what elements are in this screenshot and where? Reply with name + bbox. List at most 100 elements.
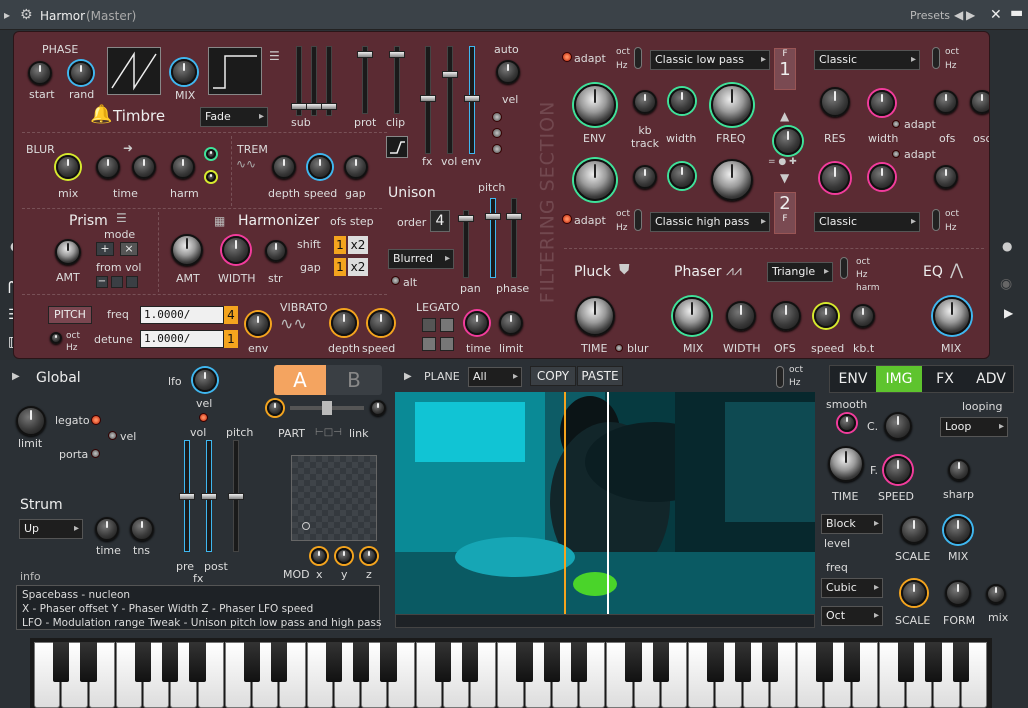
legato-mode-3[interactable] <box>422 337 436 351</box>
strum-time-knob[interactable] <box>95 517 119 541</box>
vel-mode-2[interactable] <box>492 128 502 138</box>
osc-knob[interactable] <box>970 90 989 114</box>
xy-pad[interactable] <box>291 455 377 541</box>
part-slider[interactable] <box>290 401 364 415</box>
part-b-button[interactable]: B <box>326 365 382 395</box>
black-key[interactable] <box>952 642 969 682</box>
prot-fader[interactable] <box>357 46 373 114</box>
legato-limit-knob[interactable] <box>499 311 523 335</box>
black-key[interactable] <box>652 642 670 682</box>
start-knob[interactable] <box>28 61 52 85</box>
cubic-dropdown[interactable]: Cubic <box>821 578 883 598</box>
next-preset-icon[interactable]: ▶ <box>966 9 975 21</box>
filter1-freq-knob[interactable] <box>711 84 753 126</box>
legato-led[interactable] <box>91 415 101 425</box>
blur-time-knob-1[interactable] <box>96 155 120 179</box>
piano-keys[interactable] <box>34 642 988 708</box>
env-fader[interactable] <box>464 46 480 154</box>
auto-knob[interactable] <box>496 60 520 84</box>
black-key[interactable] <box>434 642 452 682</box>
freq-end-field[interactable]: 4 <box>224 306 238 324</box>
black-key[interactable] <box>734 642 751 682</box>
blur-harm-mini-2[interactable] <box>206 172 216 182</box>
vel-led[interactable] <box>108 431 117 440</box>
filter-mix-knob[interactable] <box>774 127 802 155</box>
unison-pan-fader[interactable] <box>458 210 474 278</box>
time-knob[interactable] <box>828 446 864 482</box>
image-scrollbar[interactable] <box>395 614 815 628</box>
res-width-knob[interactable] <box>869 90 895 116</box>
pluck-time-knob[interactable] <box>575 296 615 336</box>
phaser-shape-dropdown[interactable]: Triangle <box>767 262 833 282</box>
black-key[interactable] <box>243 642 261 682</box>
prism-opt-1[interactable] <box>111 276 123 288</box>
freq-field[interactable]: 1.0000/ <box>140 306 224 324</box>
black-key[interactable] <box>761 642 779 682</box>
adapt-1-led[interactable] <box>562 52 572 62</box>
gap-ofs-value[interactable]: 1 <box>334 258 346 276</box>
detune-field[interactable]: 1.0000/ <box>140 330 224 348</box>
filter2-freq-knob[interactable] <box>711 159 753 201</box>
trem-gap-knob[interactable] <box>344 155 368 179</box>
legato-time-knob[interactable] <box>465 311 489 335</box>
eq-mix-knob[interactable] <box>933 297 971 335</box>
strum-dropdown[interactable]: Up <box>19 519 83 539</box>
pluck-blur-led[interactable] <box>615 344 623 352</box>
pitch-oct-toggle[interactable] <box>50 332 62 344</box>
black-key[interactable] <box>570 642 588 682</box>
black-key[interactable] <box>461 642 479 682</box>
filter2-classic-dropdown[interactable]: Classic <box>814 212 920 232</box>
phaser-kbt-knob[interactable] <box>851 304 875 328</box>
sub-fader-3[interactable] <box>321 46 337 116</box>
mod-z-knob[interactable] <box>361 548 377 564</box>
tab-env[interactable]: ENV <box>830 366 876 392</box>
timbre-mix-knob[interactable] <box>171 59 197 85</box>
res-knob[interactable] <box>820 87 850 117</box>
tab-fx[interactable]: FX <box>922 366 968 392</box>
black-key[interactable] <box>352 642 370 682</box>
shift-step-value[interactable]: x2 <box>348 236 368 254</box>
vol-fader[interactable] <box>442 46 458 154</box>
vol-post-fader[interactable] <box>201 440 217 552</box>
legato-mode-4[interactable] <box>440 337 454 351</box>
scale2-knob[interactable] <box>901 580 927 606</box>
part-right-knob[interactable] <box>370 400 386 416</box>
plane-oct-toggle[interactable] <box>776 366 784 388</box>
block-dropdown[interactable]: Block <box>821 514 883 534</box>
black-key[interactable] <box>325 642 342 682</box>
filter2-right-oct-toggle[interactable] <box>932 209 940 231</box>
rand-knob[interactable] <box>69 61 93 85</box>
vel-mode-3[interactable] <box>492 144 502 154</box>
harmonizer-amt-knob[interactable] <box>171 234 203 266</box>
unison-pitch-fader[interactable] <box>485 198 501 278</box>
legato-mode-2[interactable] <box>440 318 454 332</box>
plane-dropdown[interactable]: All <box>468 367 522 387</box>
black-key[interactable] <box>271 642 288 682</box>
mod-y-knob[interactable] <box>336 548 352 564</box>
paste-button[interactable]: PASTE <box>577 366 623 386</box>
filter2-res-knob[interactable] <box>820 163 850 193</box>
black-key[interactable] <box>816 642 833 682</box>
scale1-knob[interactable] <box>900 516 928 544</box>
black-key[interactable] <box>516 642 533 682</box>
black-key[interactable] <box>80 642 97 682</box>
down-arrow-icon[interactable]: ▼ <box>780 172 789 184</box>
adapt-2-led[interactable] <box>892 120 900 128</box>
trem-speed-knob[interactable] <box>308 155 332 179</box>
blur-time-knob-2[interactable] <box>132 155 156 179</box>
filter2-width-knob[interactable] <box>669 163 695 189</box>
speed-knob[interactable] <box>884 456 912 484</box>
black-key[interactable] <box>162 642 179 682</box>
mix-knob[interactable] <box>944 516 972 544</box>
harmonizer-str-knob[interactable] <box>265 240 287 262</box>
filter2-osc-knob[interactable] <box>934 165 958 189</box>
black-key[interactable] <box>543 642 561 682</box>
pitch-part-fader[interactable] <box>228 440 244 552</box>
filter1-kbtrack-knob[interactable] <box>633 90 657 114</box>
strum-tns-knob[interactable] <box>130 517 154 541</box>
detune-end-field[interactable]: 1 <box>224 330 238 348</box>
sharp-knob[interactable] <box>948 459 970 481</box>
phaser-speed-knob[interactable] <box>814 304 838 328</box>
timbre-fade-dropdown[interactable]: Fade <box>200 107 268 127</box>
gap-step-value[interactable]: x2 <box>348 258 368 276</box>
